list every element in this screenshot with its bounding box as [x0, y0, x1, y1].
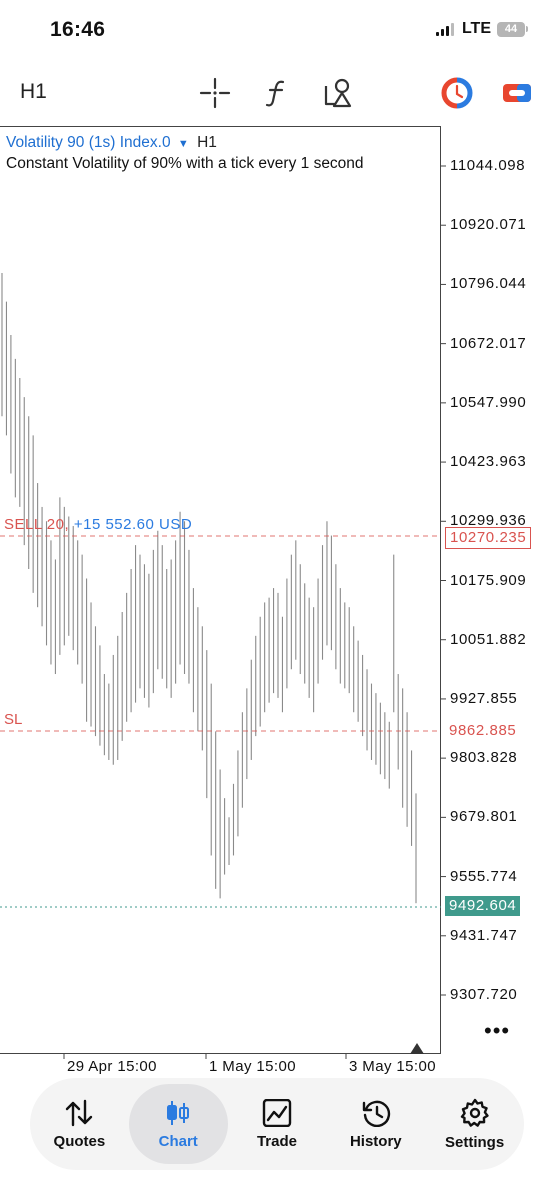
trade-icon	[262, 1098, 292, 1127]
status-indicators: LTE 44	[435, 20, 528, 38]
x-tick-label: 1 May 15:00	[209, 1058, 296, 1075]
nav-label: Trade	[256, 1132, 297, 1150]
objects-icon[interactable]	[322, 76, 356, 110]
nav-trade[interactable]: Trade	[228, 1084, 327, 1164]
x-tick-label: 29 Apr 15:00	[67, 1058, 157, 1075]
y-tick-label: 9431.747	[450, 926, 518, 944]
y-tick-label: 10175.909	[450, 571, 527, 589]
y-tick-label: 9803.828	[450, 749, 518, 767]
trade-direction: SELL 20,	[4, 516, 70, 533]
symbol-description: Constant Volatility of 90% with a tick e…	[6, 155, 364, 172]
y-tick-label: 9555.774	[450, 867, 518, 885]
trade-profit: +15 552.60 USD	[73, 516, 193, 533]
y-tick-label: 11044.098	[450, 157, 526, 174]
y-tick-label: 9927.855	[450, 689, 518, 707]
function-icon[interactable]	[260, 76, 294, 110]
nav-quotes[interactable]: Quotes	[30, 1084, 129, 1164]
nav-label: Settings	[444, 1133, 505, 1151]
y-tick-label: 9679.801	[450, 808, 518, 826]
symbol-timeframe: H1	[197, 134, 217, 151]
x-tick-label: 3 May 15:00	[349, 1058, 436, 1075]
battery-level: 44	[497, 21, 525, 37]
bottom-nav: Quotes Chart Trade History Settings	[30, 1078, 524, 1170]
open-price-tag: 10270.235	[445, 527, 532, 549]
nav-settings[interactable]: Settings	[425, 1084, 524, 1164]
y-tick-label: 10796.044	[450, 275, 527, 293]
symbol-name: Volatility 90 (1s) Index.0	[6, 134, 171, 151]
account-toggle-icon[interactable]	[500, 76, 534, 110]
y-tick-label: 10051.882	[450, 630, 527, 648]
y-tick-label: 10920.071	[450, 216, 527, 234]
nav-label: Quotes	[53, 1132, 106, 1150]
nav-label: Chart	[158, 1132, 198, 1150]
settings-icon	[460, 1098, 489, 1127]
battery-icon: 44	[497, 21, 528, 37]
nav-label: History	[349, 1132, 402, 1150]
y-tick-label: 9307.720	[450, 986, 518, 1003]
quotes-icon	[66, 1099, 93, 1126]
y-tick-label: 10672.017	[450, 334, 527, 352]
nav-chart[interactable]: Chart	[128, 1084, 228, 1164]
y-tick-label: 10423.963	[450, 453, 527, 471]
chart-area[interactable]	[0, 126, 441, 1054]
more-icon[interactable]: •••	[484, 1018, 510, 1044]
signal-icon	[435, 23, 454, 36]
y-tick-label: 10547.990	[450, 393, 527, 411]
status-time: 16:46	[50, 18, 106, 41]
nav-history[interactable]: History	[326, 1084, 425, 1164]
network-label: LTE	[461, 20, 491, 37]
stop-loss-price-tag: 9862.885	[445, 721, 521, 741]
timeframe-button[interactable]: H1	[20, 80, 47, 104]
chart-symbol[interactable]: Volatility 90 (1s) Index.0 ▼ H1	[6, 134, 217, 152]
stop-loss-label[interactable]: SL	[4, 711, 22, 728]
trade-line-label[interactable]: SELL 20, +15 552.60 USD	[4, 516, 192, 533]
crosshair-icon[interactable]	[198, 76, 232, 110]
history-icon	[362, 1100, 390, 1127]
symbol-dropdown-icon[interactable]: ▼	[178, 138, 189, 150]
one-click-trading-icon[interactable]	[440, 76, 474, 110]
chart-icon	[167, 1100, 190, 1125]
bid-price-tag: 9492.604	[445, 896, 521, 916]
